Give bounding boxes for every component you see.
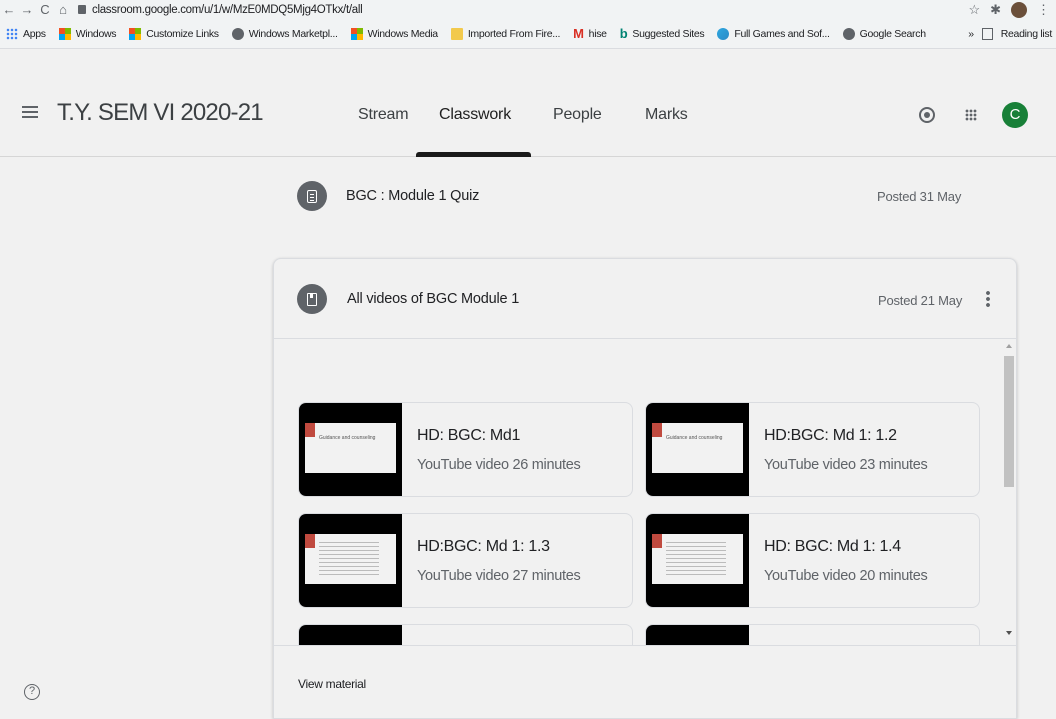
windows-icon bbox=[350, 27, 363, 40]
material-card: All videos of BGC Module 1 Posted 21 May… bbox=[273, 258, 1017, 719]
lock-icon bbox=[78, 5, 86, 14]
video-title: HD: BGC: Md 1: 1.4 bbox=[764, 538, 901, 555]
attachment-video[interactable] bbox=[298, 624, 633, 645]
bing-icon: b bbox=[619, 26, 628, 41]
tab-classwork[interactable]: Classwork bbox=[439, 106, 511, 124]
attachments-list: Guidance and counseling HD: BGC: Md1 You… bbox=[274, 339, 1016, 645]
menu-icon[interactable]: ⋮ bbox=[1037, 2, 1050, 18]
assignment-icon bbox=[297, 181, 327, 211]
scrollbar-thumb[interactable] bbox=[1004, 356, 1014, 487]
video-thumbnail: Guidance and counseling bbox=[299, 403, 402, 496]
bookmarks-right: » Reading list bbox=[968, 27, 1056, 40]
gear-icon[interactable] bbox=[919, 107, 935, 123]
main-menu-icon[interactable] bbox=[22, 106, 38, 118]
divider bbox=[274, 645, 1016, 646]
bookmark-google-search[interactable]: Google Search bbox=[842, 27, 926, 40]
reading-list-button[interactable]: Reading list bbox=[1001, 28, 1053, 40]
reading-list-icon bbox=[981, 27, 993, 40]
apps-icon bbox=[6, 27, 18, 40]
browser-actions: ☆ ✱ ⋮ bbox=[968, 1, 1056, 18]
help-icon[interactable]: ? bbox=[24, 684, 40, 700]
video-thumbnail bbox=[299, 514, 402, 607]
posted-date: Posted 21 May bbox=[878, 293, 963, 308]
video-meta: YouTube video 26 minutes bbox=[417, 457, 581, 473]
video-thumbnail bbox=[299, 625, 402, 645]
video-thumbnail bbox=[646, 514, 749, 607]
video-meta: YouTube video 23 minutes bbox=[764, 457, 928, 473]
address-bar[interactable]: classroom.google.com/u/1/w/MzE0MDQ5Mjg4O… bbox=[78, 4, 363, 16]
attachment-video[interactable]: Guidance and counseling HD:BGC: Md 1: 1.… bbox=[645, 402, 980, 497]
windows-icon bbox=[129, 27, 142, 40]
scroll-down-icon[interactable] bbox=[1006, 631, 1012, 635]
bookmark-suggested-sites[interactable]: b Suggested Sites bbox=[620, 26, 705, 41]
globe-icon bbox=[842, 27, 855, 40]
more-options-icon[interactable] bbox=[986, 290, 990, 308]
video-meta: YouTube video 20 minutes bbox=[764, 568, 928, 584]
bookmark-windows[interactable]: Windows bbox=[58, 27, 117, 40]
bookmarks-overflow-icon[interactable]: » bbox=[968, 28, 974, 40]
attachment-video[interactable]: Guidance and counseling HD: BGC: Md1 You… bbox=[298, 402, 633, 497]
posted-date: Posted 31 May bbox=[877, 189, 962, 204]
home-icon[interactable]: ⌂ bbox=[54, 2, 72, 17]
extensions-icon[interactable]: ✱ bbox=[990, 2, 1001, 18]
attachment-video[interactable]: HD: BGC: Md 1: 1.4 YouTube video 20 minu… bbox=[645, 513, 980, 608]
tab-stream[interactable]: Stream bbox=[358, 106, 409, 124]
bookmark-customize-links[interactable]: Customize Links bbox=[129, 27, 219, 40]
class-title[interactable]: T.Y. SEM VI 2020-21 bbox=[57, 99, 264, 127]
material-icon bbox=[297, 284, 327, 314]
classroom-header: T.Y. SEM VI 2020-21 Stream Classwork Peo… bbox=[0, 50, 1056, 157]
reload-icon[interactable]: C bbox=[36, 2, 54, 17]
item-title: BGC : Module 1 Quiz bbox=[346, 188, 480, 204]
avatar[interactable]: C bbox=[1002, 102, 1028, 128]
attachment-video[interactable] bbox=[645, 624, 980, 645]
view-material-link[interactable]: View material bbox=[298, 677, 366, 691]
item-title[interactable]: All videos of BGC Module 1 bbox=[347, 291, 519, 307]
scrollbar[interactable] bbox=[1002, 339, 1016, 645]
star-icon[interactable]: ☆ bbox=[968, 2, 980, 18]
bookmark-imported[interactable]: Imported From Fire... bbox=[450, 27, 560, 40]
windows-icon bbox=[58, 27, 71, 40]
video-thumbnail bbox=[646, 625, 749, 645]
video-thumbnail: Guidance and counseling bbox=[646, 403, 749, 496]
bookmarks-bar: Apps Windows Customize Links Windows Mar… bbox=[0, 19, 1056, 49]
video-title: HD: BGC: Md1 bbox=[417, 427, 521, 444]
active-tab-indicator bbox=[416, 152, 531, 157]
google-apps-icon[interactable] bbox=[965, 109, 977, 121]
video-title: HD:BGC: Md 1: 1.2 bbox=[764, 427, 897, 444]
globe-icon bbox=[231, 27, 244, 40]
tab-marks[interactable]: Marks bbox=[645, 106, 688, 124]
video-title: HD:BGC: Md 1: 1.3 bbox=[417, 538, 550, 555]
video-meta: YouTube video 27 minutes bbox=[417, 568, 581, 584]
bookmark-full-games[interactable]: Full Games and Sof... bbox=[717, 27, 830, 40]
url-text[interactable]: classroom.google.com/u/1/w/MzE0MDQ5Mjg4O… bbox=[92, 4, 363, 16]
tab-people[interactable]: People bbox=[553, 106, 602, 124]
scroll-up-icon[interactable] bbox=[1006, 344, 1012, 348]
back-icon[interactable]: ← bbox=[0, 2, 18, 17]
gmail-icon: M bbox=[573, 26, 584, 41]
browser-toolbar: ← → C ⌂ classroom.google.com/u/1/w/MzE0M… bbox=[0, 0, 1056, 19]
forward-icon[interactable]: → bbox=[18, 2, 36, 17]
bookmark-apps[interactable]: Apps bbox=[6, 27, 46, 40]
folder-icon bbox=[450, 27, 463, 40]
profile-icon[interactable] bbox=[1011, 1, 1027, 18]
bookmark-windows-media[interactable]: Windows Media bbox=[350, 27, 438, 40]
edge-icon bbox=[717, 27, 730, 40]
bookmark-windows-marketplace[interactable]: Windows Marketpl... bbox=[231, 27, 338, 40]
attachment-video[interactable]: HD:BGC: Md 1: 1.3 YouTube video 27 minut… bbox=[298, 513, 633, 608]
bookmark-hise[interactable]: Mhise bbox=[573, 26, 607, 41]
classwork-item-quiz[interactable]: BGC : Module 1 Quiz Posted 31 May bbox=[282, 168, 982, 228]
